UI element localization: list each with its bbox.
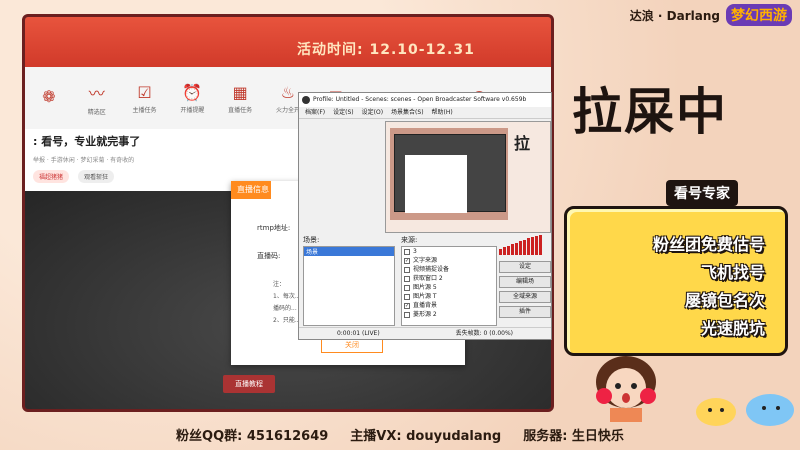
menu-item[interactable]: 档案(F) bbox=[305, 107, 325, 118]
audio-meter bbox=[499, 235, 542, 255]
tool-item[interactable]: ☑ 主播任务 bbox=[121, 67, 169, 129]
scene-item[interactable]: 场景 bbox=[304, 247, 394, 256]
menu-item[interactable]: 场景集合(S) bbox=[391, 107, 424, 118]
checkbox[interactable] bbox=[404, 284, 410, 291]
tool-item[interactable]: ❁ bbox=[25, 67, 73, 129]
obs-preview: 拉 bbox=[385, 121, 551, 233]
source-list[interactable]: 3 ✓ 文字来源 视频捕捉设备 获取窗口 2 图片源 5 图片源 T ✓ 直播背景 … bbox=[401, 246, 497, 326]
obs-logo-icon bbox=[302, 96, 310, 104]
event-banner: 活动时间: 12.10-12.31 bbox=[25, 17, 551, 67]
status-title: 拉屎中 bbox=[572, 83, 728, 141]
event-time: 活动时间: 12.10-12.31 bbox=[297, 42, 475, 58]
preview-screen bbox=[394, 134, 506, 213]
dialog-title: 直播信息 bbox=[231, 181, 271, 199]
footer-bar: 粉丝QQ群: 451612649 主播VX: douyudalang 服务器: … bbox=[0, 418, 800, 450]
pill-button[interactable]: 观看斩狂 bbox=[78, 170, 115, 183]
rtmp-label: rtmp地址: bbox=[257, 224, 291, 232]
task-icon: ☑ bbox=[137, 82, 152, 102]
fan-qq-group: 粉丝QQ群: 451612649 bbox=[176, 428, 329, 444]
star-icon: ❁ bbox=[42, 87, 56, 106]
checkbox[interactable] bbox=[404, 275, 410, 282]
source-label: 来源: bbox=[401, 236, 418, 244]
checkbox[interactable]: ✓ bbox=[404, 302, 410, 309]
source-item[interactable]: 菱形源 2 bbox=[402, 310, 496, 319]
calendar-icon: ▦ bbox=[232, 82, 248, 102]
dialog-note: 注： 1、每次... 播码的... 2、只能... bbox=[273, 281, 301, 324]
checkbox[interactable] bbox=[404, 266, 410, 273]
checkbox[interactable]: ✓ bbox=[404, 257, 410, 264]
tool-item[interactable]: 〰精选区 bbox=[73, 67, 121, 129]
speech-bubble: 粉丝团免费估号 飞机找号 屡镜包名次 光速脱坑 bbox=[564, 206, 788, 356]
source-item[interactable]: ✓ 直播背景 bbox=[402, 301, 496, 310]
menu-item[interactable]: 设定(O) bbox=[362, 107, 383, 118]
tool-item[interactable]: ▦ 直播任务 bbox=[216, 67, 264, 129]
menu-item[interactable]: 设定(S) bbox=[333, 107, 354, 118]
obs-menu-bar: 档案(F) 设定(S) 设定(O) 场景集合(S) 帮助(H) bbox=[299, 107, 551, 119]
expert-tag: 看号专家 bbox=[666, 180, 738, 206]
source-item[interactable]: 图片源 T bbox=[402, 292, 496, 301]
obs-buttons: 设定 编辑场 全域来源 插件 bbox=[499, 261, 551, 321]
edit-scene-button[interactable]: 编辑场 bbox=[499, 276, 551, 288]
menu-item[interactable]: 帮助(H) bbox=[432, 107, 453, 118]
bubble-line: 粉丝团免费估号 bbox=[652, 235, 765, 254]
checkbox[interactable] bbox=[404, 248, 410, 255]
source-item[interactable]: 视频捕捉设备 bbox=[402, 265, 496, 274]
source-item[interactable]: 图片源 5 bbox=[402, 283, 496, 292]
source-item[interactable]: 获取窗口 2 bbox=[402, 274, 496, 283]
server-name: 服务器: 生日快乐 bbox=[523, 428, 624, 444]
streamer-name: 达浪 · Darlang bbox=[629, 8, 720, 23]
obs-window: Profile: Untitled - Scenes: scenes - Ope… bbox=[298, 92, 552, 340]
checkbox[interactable] bbox=[404, 293, 410, 300]
preview-overlay-text: 拉 bbox=[514, 134, 531, 153]
checkbox[interactable] bbox=[404, 311, 410, 318]
mascot-illustration bbox=[596, 356, 656, 422]
scene-list[interactable]: 场景 bbox=[303, 246, 395, 326]
tool-item[interactable]: ⏰ 开播提醒 bbox=[168, 67, 216, 129]
bubble-line: 光速脱坑 bbox=[700, 319, 765, 338]
game-logo: 梦幻西游 bbox=[726, 4, 792, 26]
scene-label: 场景: bbox=[303, 236, 320, 244]
obs-title-bar: Profile: Untitled - Scenes: scenes - Ope… bbox=[299, 93, 551, 107]
streamer-wechat: 主播VX: douyudalang bbox=[350, 428, 502, 444]
brand: 达浪 · Darlang 梦幻西游 bbox=[630, 4, 792, 26]
preview-capture bbox=[390, 128, 508, 220]
obs-status-bar: 0:00:01 (LIVE) 丢失帧数: 0 (0.00%) bbox=[299, 327, 551, 339]
waveform-icon: 〰 bbox=[88, 84, 105, 103]
preview-dialog bbox=[405, 155, 467, 213]
clock-icon: ⏰ bbox=[182, 82, 203, 102]
plugins-button[interactable]: 插件 bbox=[499, 306, 551, 318]
live-time: 0:00:01 (LIVE) bbox=[336, 330, 380, 337]
live-tutorial-button[interactable]: 直播教程 bbox=[223, 375, 275, 393]
bubble-line: 屡镜包名次 bbox=[684, 291, 765, 310]
settings-button[interactable]: 设定 bbox=[499, 261, 551, 273]
source-item[interactable]: 3 bbox=[402, 247, 496, 256]
bubble-line: 飞机找号 bbox=[700, 263, 765, 282]
global-sources-button[interactable]: 全域来源 bbox=[499, 291, 551, 303]
fire-icon: ♨ bbox=[280, 82, 296, 102]
code-label: 直播码: bbox=[257, 252, 281, 260]
dropped-frames: 丢失帧数: 0 (0.00%) bbox=[455, 330, 514, 337]
pill-button[interactable]: 福超猪猪 bbox=[33, 170, 70, 183]
source-item[interactable]: ✓ 文字来源 bbox=[402, 256, 496, 265]
